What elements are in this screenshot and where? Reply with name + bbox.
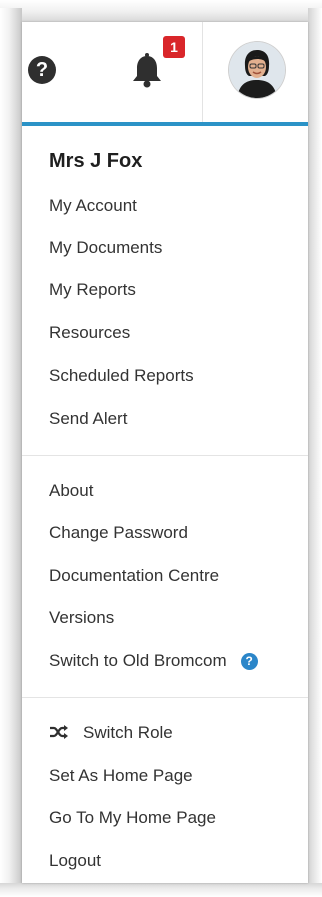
- menu-item-send-alert[interactable]: Send Alert: [49, 409, 127, 429]
- avatar-portrait-icon: [229, 42, 285, 98]
- menu-item-logout[interactable]: Logout: [49, 851, 101, 871]
- switch-role-label: Switch Role: [83, 723, 173, 742]
- menu-item-documentation-centre[interactable]: Documentation Centre: [49, 566, 219, 586]
- shadow-left: [0, 8, 22, 897]
- menu-item-go-to-my-home-page[interactable]: Go To My Home Page: [49, 808, 216, 828]
- shuffle-icon: [50, 725, 68, 739]
- menu-item-about[interactable]: About: [49, 481, 93, 501]
- menu-item-switch-to-old-bromcom[interactable]: Switch to Old Bromcom?: [49, 651, 258, 671]
- shadow-top: [0, 0, 322, 22]
- menu-item-versions[interactable]: Versions: [49, 608, 114, 628]
- info-icon[interactable]: ?: [240, 653, 258, 670]
- user-name: Mrs J Fox: [49, 150, 143, 172]
- menu-item-my-documents[interactable]: My Documents: [49, 238, 162, 258]
- menu-item-my-reports[interactable]: My Reports: [49, 280, 136, 300]
- menu-item-resources[interactable]: Resources: [49, 323, 130, 343]
- user-avatar[interactable]: [229, 42, 285, 98]
- shadow-right: [308, 8, 322, 897]
- help-icon[interactable]: ?: [28, 56, 56, 84]
- header-toolbar: ? 1: [22, 22, 308, 122]
- menu-separator: [22, 455, 308, 456]
- menu-item-scheduled-reports[interactable]: Scheduled Reports: [49, 366, 194, 386]
- user-menu-panel: ? 1 Mrs J Fox My Account My Documents My…: [22, 22, 308, 883]
- notification-badge: 1: [163, 36, 185, 58]
- menu-separator: [22, 697, 308, 698]
- switch-to-old-bromcom-label: Switch to Old Bromcom: [49, 651, 227, 670]
- shadow-bottom: [0, 883, 322, 897]
- bell-icon[interactable]: [130, 52, 164, 88]
- menu-item-my-account[interactable]: My Account: [49, 196, 137, 216]
- accent-divider: [22, 122, 308, 126]
- menu-item-change-password[interactable]: Change Password: [49, 523, 188, 543]
- page-frame: ? 1 Mrs J Fox My Account My Documents My…: [0, 0, 322, 897]
- toolbar-divider: [202, 22, 203, 122]
- menu-item-switch-role[interactable]: Switch Role: [49, 723, 173, 743]
- menu-item-set-as-home-page[interactable]: Set As Home Page: [49, 766, 193, 786]
